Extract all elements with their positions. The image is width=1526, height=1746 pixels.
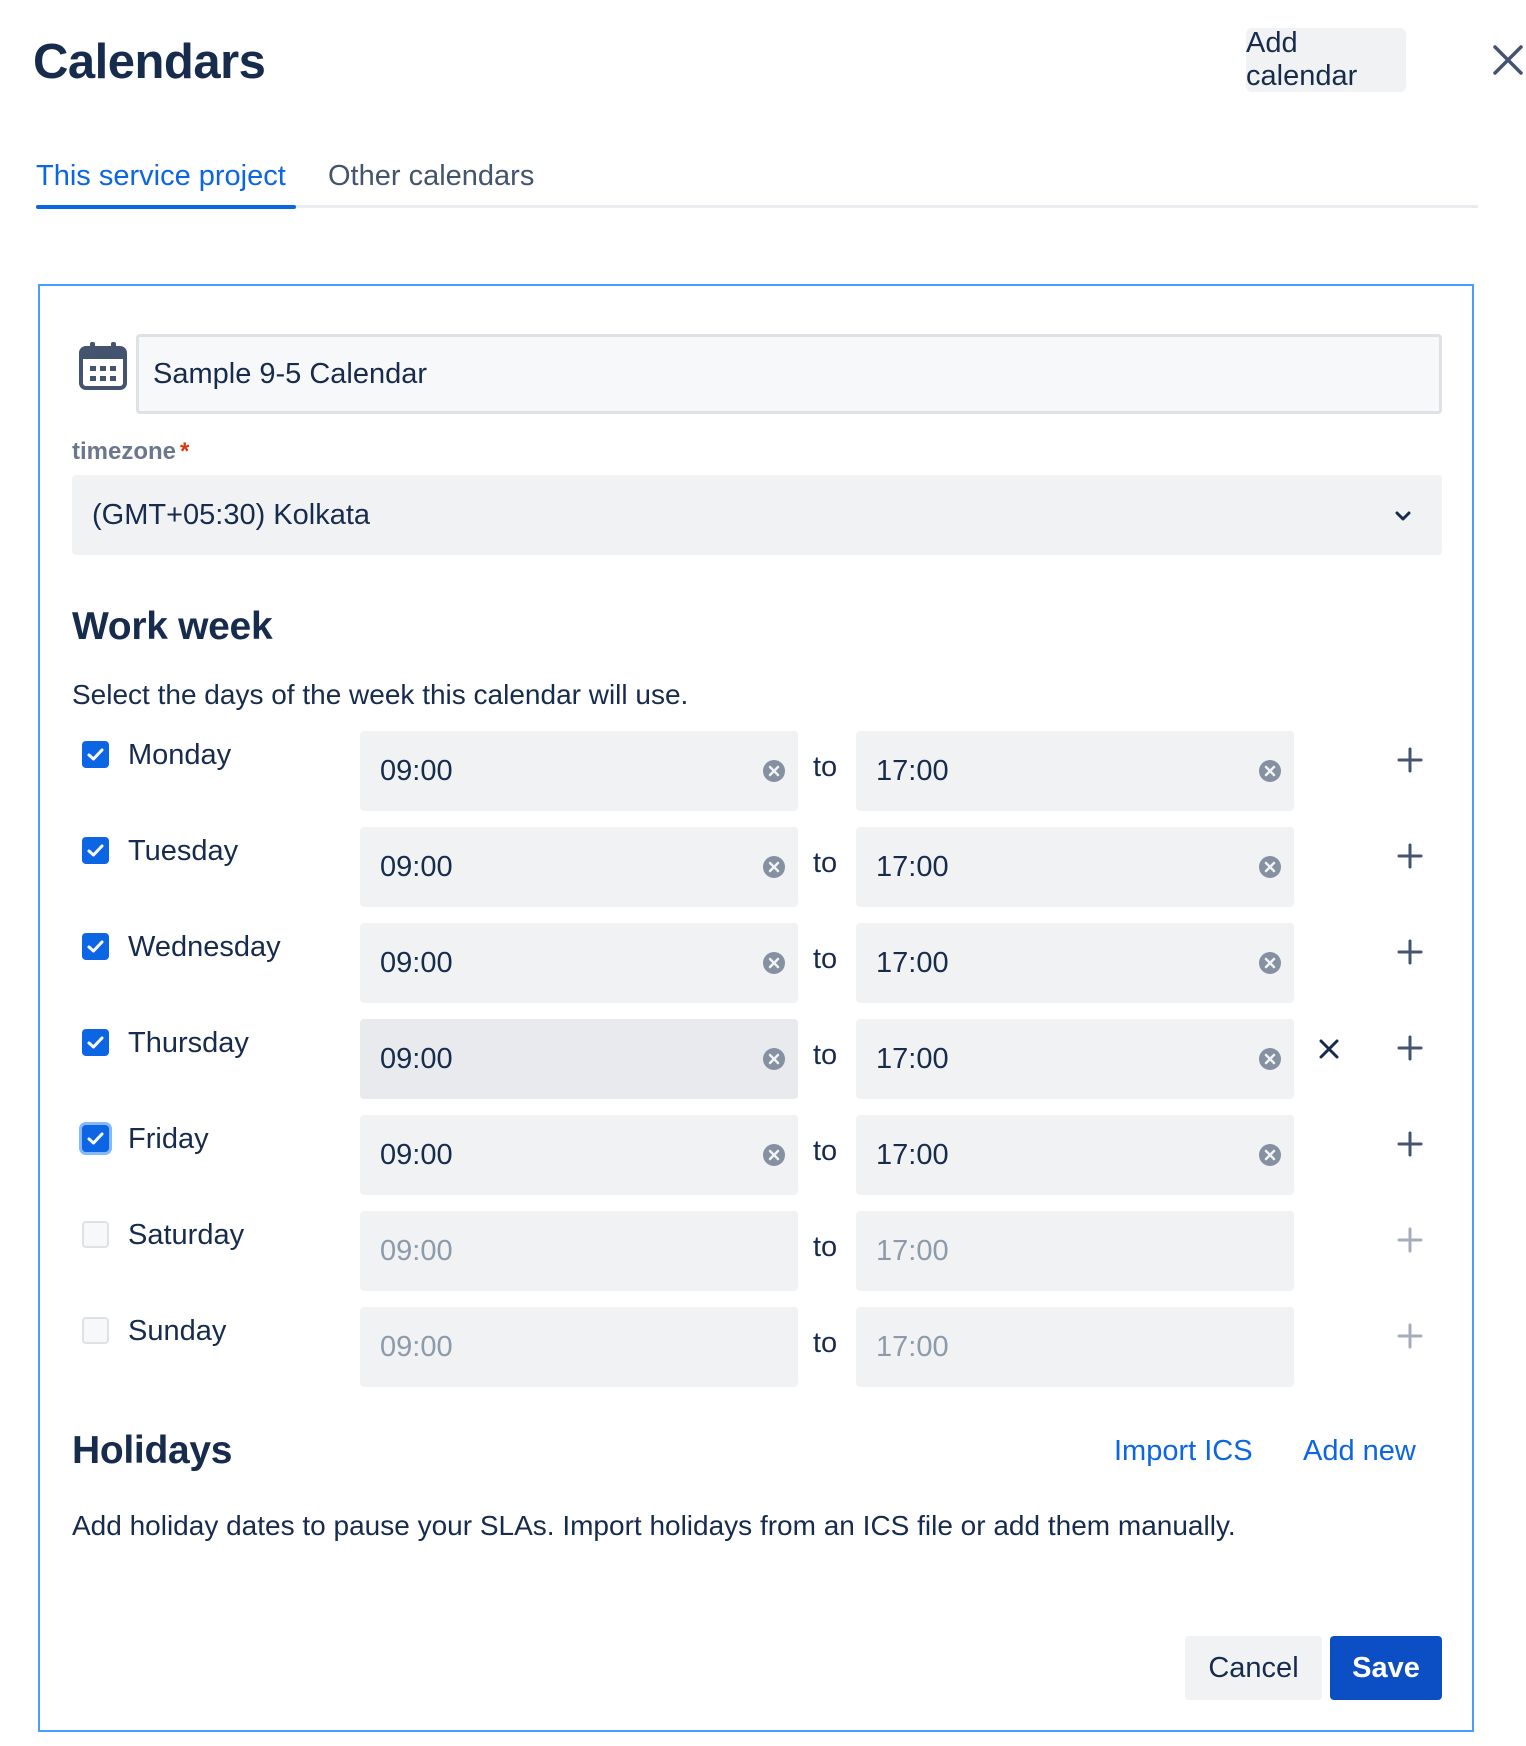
start-time-input[interactable]: 09:00 [360,1019,798,1099]
add-time-range-icon [1395,1225,1425,1255]
day-row-wednesday: Wednesday 09:00 to 17:00 [72,923,1442,1003]
add-time-range-icon[interactable] [1395,1129,1425,1159]
add-calendar-button[interactable]: Add calendar [1246,27,1406,92]
end-time-value: 17:00 [876,947,949,979]
day-label: Wednesday [128,931,281,963]
clear-icon[interactable] [762,1047,786,1071]
required-marker: * [180,438,190,465]
day-row-saturday: Saturday 09:00 to 17:00 [72,1211,1442,1291]
end-time-input[interactable]: 17:00 [856,1115,1294,1195]
holidays-description: Add holiday dates to pause your SLAs. Im… [72,1510,1236,1541]
clear-icon[interactable] [1258,951,1282,975]
end-time-input[interactable]: 17:00 [856,827,1294,907]
clear-icon[interactable] [1258,855,1282,879]
tab-other-calendars[interactable]: Other calendars [328,156,534,196]
start-time-value: 09:00 [380,755,453,787]
checkbox-tuesday[interactable] [82,837,109,864]
clear-icon[interactable] [1258,759,1282,783]
end-time-input[interactable]: 17:00 [856,1019,1294,1099]
end-time-input[interactable]: 17:00 [856,923,1294,1003]
start-time-value: 09:00 [380,1043,453,1075]
to-label: to [813,1327,838,1359]
checkbox-thursday[interactable] [82,1029,109,1056]
to-label: to [813,1135,838,1167]
end-time-value: 17:00 [876,851,949,883]
tab-this-service-project[interactable]: This service project [36,156,286,196]
timezone-value: (GMT+05:30) Kolkata [92,499,371,531]
add-time-range-icon[interactable] [1395,1033,1425,1063]
end-time-value: 17:00 [876,1331,949,1363]
to-label: to [813,751,838,783]
end-time-input: 17:00 [856,1307,1294,1387]
close-icon[interactable] [1490,42,1526,78]
page-title: Calendars [33,35,266,89]
start-time-input[interactable]: 09:00 [360,731,798,811]
chevron-down-icon [1392,505,1414,527]
save-button[interactable]: Save [1330,1636,1442,1700]
to-label: to [813,1039,838,1071]
end-time-value: 17:00 [876,1235,949,1267]
start-time-value: 09:00 [380,947,453,979]
to-label: to [813,1231,838,1263]
start-time-input[interactable]: 09:00 [360,923,798,1003]
day-row-monday: Monday 09:00 to 17:00 [72,731,1442,811]
end-time-value: 17:00 [876,1043,949,1075]
holidays-heading: Holidays [72,1429,233,1472]
start-time-value: 09:00 [380,851,453,883]
work-week-heading: Work week [72,605,273,648]
timezone-select[interactable]: (GMT+05:30) Kolkata [72,475,1442,555]
day-label: Tuesday [128,835,239,867]
checkbox-saturday[interactable] [82,1221,109,1248]
end-time-input: 17:00 [856,1211,1294,1291]
start-time-value: 09:00 [380,1331,453,1363]
calendar-name-input[interactable] [136,334,1442,414]
checkbox-friday[interactable] [82,1125,109,1152]
start-time-value: 09:00 [380,1139,453,1171]
start-time-input[interactable]: 09:00 [360,1115,798,1195]
active-tab-indicator [36,205,296,209]
calendar-icon [78,340,128,392]
clear-icon[interactable] [762,1143,786,1167]
clear-icon[interactable] [762,855,786,879]
start-time-input: 09:00 [360,1307,798,1387]
start-time-value: 09:00 [380,1235,453,1267]
remove-time-range-icon[interactable] [1317,1037,1341,1061]
start-time-input[interactable]: 09:00 [360,827,798,907]
checkbox-wednesday[interactable] [82,933,109,960]
cancel-button[interactable]: Cancel [1185,1636,1322,1700]
clear-icon[interactable] [1258,1047,1282,1071]
end-time-value: 17:00 [876,755,949,787]
add-time-range-icon[interactable] [1395,937,1425,967]
day-row-thursday: Thursday 09:00 to 17:00 [72,1019,1442,1099]
day-label: Sunday [128,1315,227,1347]
to-label: to [813,847,838,879]
day-label: Thursday [128,1027,249,1059]
day-label: Friday [128,1123,209,1155]
day-row-tuesday: Tuesday 09:00 to 17:00 [72,827,1442,907]
to-label: to [813,943,838,975]
add-new-holiday-link[interactable]: Add new [1303,1431,1416,1471]
clear-icon[interactable] [1258,1143,1282,1167]
checkbox-monday[interactable] [82,741,109,768]
day-label: Monday [128,739,232,771]
clear-icon[interactable] [762,759,786,783]
start-time-input: 09:00 [360,1211,798,1291]
clear-icon[interactable] [762,951,786,975]
day-row-sunday: Sunday 09:00 to 17:00 [72,1307,1442,1387]
day-row-friday: Friday 09:00 to 17:00 [72,1115,1442,1195]
add-time-range-icon[interactable] [1395,841,1425,871]
day-label: Saturday [128,1219,245,1251]
work-week-description: Select the days of the week this calenda… [72,679,689,710]
import-ics-link[interactable]: Import ICS [1114,1431,1253,1471]
add-time-range-icon[interactable] [1395,745,1425,775]
end-time-value: 17:00 [876,1139,949,1171]
timezone-label: timezone * [72,438,190,465]
end-time-input[interactable]: 17:00 [856,731,1294,811]
add-time-range-icon [1395,1321,1425,1351]
checkbox-sunday[interactable] [82,1317,109,1344]
